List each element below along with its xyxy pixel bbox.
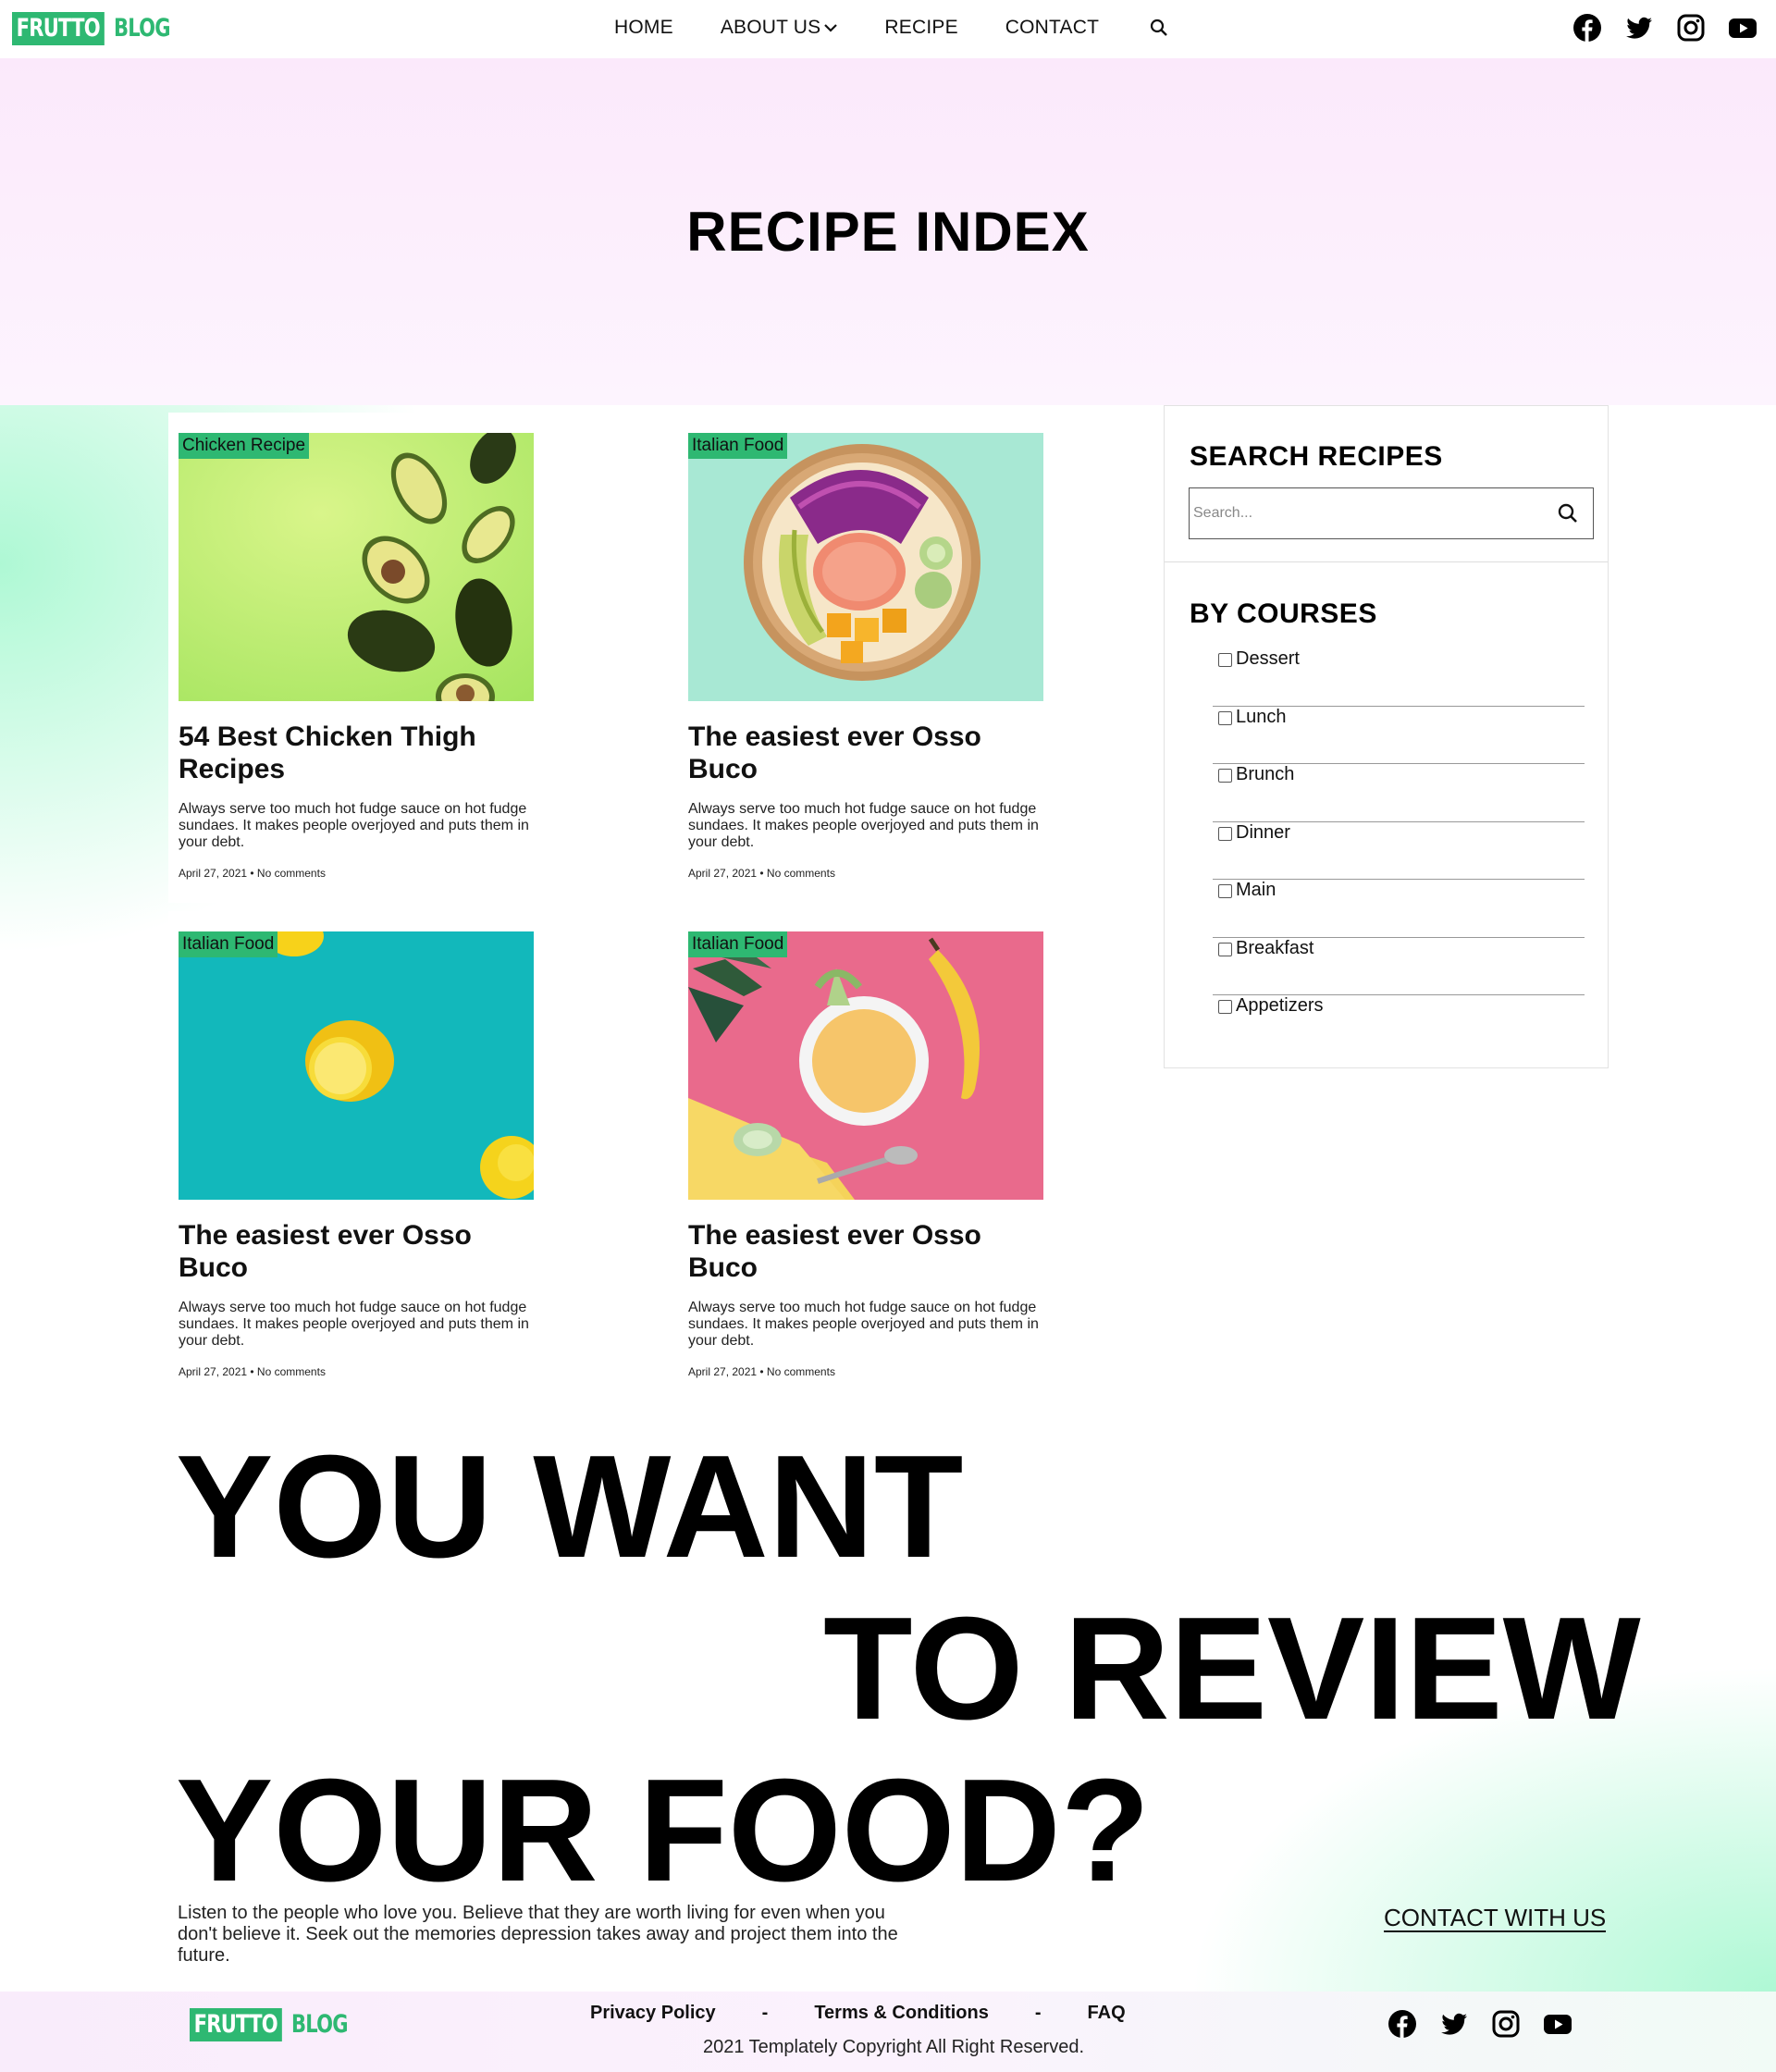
recipe-card[interactable]: Chicken Recipe 54 Best Chicken Thigh Rec… xyxy=(168,413,546,903)
course-filter-item[interactable]: Dessert xyxy=(1213,648,1585,707)
recipe-meta: April 27, 2021 • No comments xyxy=(688,867,835,880)
recipe-title[interactable]: 54 Best Chicken Thigh Recipes xyxy=(179,721,530,785)
youtube-icon[interactable] xyxy=(1543,2009,1572,2039)
course-filter-item[interactable]: Main xyxy=(1213,880,1585,938)
logo-text: BLOG xyxy=(113,14,171,43)
chevron-down-icon xyxy=(824,24,838,32)
nav-contact[interactable]: CONTACT xyxy=(1005,17,1099,39)
page-title: RECIPE INDEX xyxy=(686,201,1090,263)
recipe-image-avocados[interactable] xyxy=(179,433,534,701)
course-checkbox[interactable] xyxy=(1218,769,1232,783)
cta-headline-line-2: TO REVIEW xyxy=(823,1587,1641,1750)
recipe-excerpt: Always serve too much hot fudge sauce on… xyxy=(179,801,529,850)
hero-banner: RECIPE INDEX xyxy=(0,58,1776,405)
nav-home-label: HOME xyxy=(614,17,673,38)
search-input[interactable] xyxy=(1193,501,1545,525)
search-recipes-heading: SEARCH RECIPES xyxy=(1190,441,1443,472)
recipe-card[interactable]: Italian Food The easiest ever Osso Buco … xyxy=(168,911,546,1401)
copyright-text: 2021 Templately Copyright All Right Rese… xyxy=(702,2037,1085,2057)
footer-social-links xyxy=(1388,2009,1595,2039)
header-social-links xyxy=(1550,13,1758,43)
nav-contact-label: CONTACT xyxy=(1005,17,1100,38)
course-filter-item[interactable]: Lunch xyxy=(1213,706,1585,764)
category-badge[interactable]: Italian Food xyxy=(688,433,788,459)
cta-headline-line-1: YOU WANT xyxy=(176,1425,964,1588)
course-filter-item[interactable]: Dinner xyxy=(1213,821,1585,880)
nav-search-button[interactable] xyxy=(1146,18,1168,37)
course-checkbox[interactable] xyxy=(1218,653,1232,667)
recipe-meta: April 27, 2021 • No comments xyxy=(179,867,326,880)
recipe-image-soup-banana[interactable] xyxy=(688,931,1043,1200)
course-label: Main xyxy=(1236,880,1276,900)
logo-box-text: FRUTTO xyxy=(12,12,105,45)
cta-description: Listen to the people who love you. Belie… xyxy=(178,1903,898,1966)
twitter-icon[interactable] xyxy=(1624,13,1654,43)
site-header: FRUTTO BLOG HOME ABOUT US RECIPE CONTACT xyxy=(0,0,1776,58)
course-checkbox[interactable] xyxy=(1218,710,1232,725)
course-filter-item[interactable]: Brunch xyxy=(1213,764,1585,822)
category-badge[interactable]: Italian Food xyxy=(688,931,788,957)
sidebar: SEARCH RECIPES BY COURSES Dessert Lunch … xyxy=(1164,405,1609,1068)
course-label: Brunch xyxy=(1236,764,1295,784)
search-icon[interactable] xyxy=(1556,501,1580,525)
course-label: Dinner xyxy=(1236,821,1290,843)
sidebar-divider xyxy=(1165,561,1608,562)
course-label: Appetizers xyxy=(1236,995,1324,1016)
footer-separator: - xyxy=(761,2003,769,2023)
course-filter-list: Dessert Lunch Brunch Dinner Main Breakfa… xyxy=(1213,648,1585,1054)
course-checkbox[interactable] xyxy=(1218,884,1232,898)
search-form xyxy=(1189,487,1594,539)
search-icon xyxy=(1151,18,1167,36)
recipe-excerpt: Always serve too much hot fudge sauce on… xyxy=(688,1300,1039,1349)
youtube-icon[interactable] xyxy=(1728,13,1758,43)
cta-headline-line-3: YOUR FOOD? xyxy=(176,1749,1151,1912)
recipe-card[interactable]: Italian Food The easiest ever Osso Buco … xyxy=(678,413,1055,903)
course-filter-item[interactable]: Breakfast xyxy=(1213,937,1585,995)
category-badge[interactable]: Italian Food xyxy=(179,931,278,957)
course-checkbox[interactable] xyxy=(1218,1000,1232,1014)
nav-about-us[interactable]: ABOUT US xyxy=(721,17,838,39)
category-badge[interactable]: Chicken Recipe xyxy=(179,433,310,459)
instagram-icon[interactable] xyxy=(1491,2009,1521,2039)
course-filter-item[interactable]: Appetizers xyxy=(1213,995,1585,1054)
recipe-title[interactable]: The easiest ever Osso Buco xyxy=(179,1219,530,1284)
course-label: Lunch xyxy=(1236,706,1287,727)
course-checkbox[interactable] xyxy=(1218,942,1232,956)
recipe-excerpt: Always serve too much hot fudge sauce on… xyxy=(179,1300,529,1349)
nav-recipe-label: RECIPE xyxy=(884,17,958,38)
footer-links: Privacy Policy - Terms & Conditions - FA… xyxy=(590,2003,1126,2024)
nav-home[interactable]: HOME xyxy=(614,17,673,39)
privacy-policy-link[interactable]: Privacy Policy xyxy=(590,2003,716,2024)
facebook-icon[interactable] xyxy=(1388,2009,1417,2039)
recipe-title[interactable]: The easiest ever Osso Buco xyxy=(688,1219,1040,1284)
recipe-excerpt: Always serve too much hot fudge sauce on… xyxy=(688,801,1039,850)
footer-separator: - xyxy=(1034,2003,1042,2023)
main-nav: HOME ABOUT US RECIPE CONTACT xyxy=(614,17,1215,39)
site-logo[interactable]: FRUTTO BLOG xyxy=(12,12,186,45)
recipe-image-lemons[interactable] xyxy=(179,931,534,1200)
nav-about-label: ABOUT US xyxy=(720,17,821,38)
recipe-title[interactable]: The easiest ever Osso Buco xyxy=(688,721,1040,785)
course-checkbox[interactable] xyxy=(1218,826,1232,841)
course-label: Dessert xyxy=(1236,648,1300,669)
terms-conditions-link[interactable]: Terms & Conditions xyxy=(814,2003,989,2024)
recipe-meta: April 27, 2021 • No comments xyxy=(688,1365,835,1378)
site-footer: FRUTTO BLOG Privacy Policy - Terms & Con… xyxy=(0,1992,1776,2072)
nav-recipe[interactable]: RECIPE xyxy=(884,17,957,39)
recipe-meta: April 27, 2021 • No comments xyxy=(179,1365,326,1378)
facebook-icon[interactable] xyxy=(1572,13,1602,43)
faq-link[interactable]: FAQ xyxy=(1088,2003,1126,2024)
twitter-icon[interactable] xyxy=(1439,2009,1469,2039)
course-label: Breakfast xyxy=(1236,937,1314,958)
by-courses-heading: BY COURSES xyxy=(1190,598,1377,629)
instagram-icon[interactable] xyxy=(1676,13,1706,43)
recipe-image-poke-bowl[interactable] xyxy=(688,433,1043,701)
contact-with-us-link[interactable]: CONTACT WITH US xyxy=(1384,1905,1607,1932)
recipe-card[interactable]: Italian Food The easiest ever Osso Buco … xyxy=(678,911,1055,1401)
